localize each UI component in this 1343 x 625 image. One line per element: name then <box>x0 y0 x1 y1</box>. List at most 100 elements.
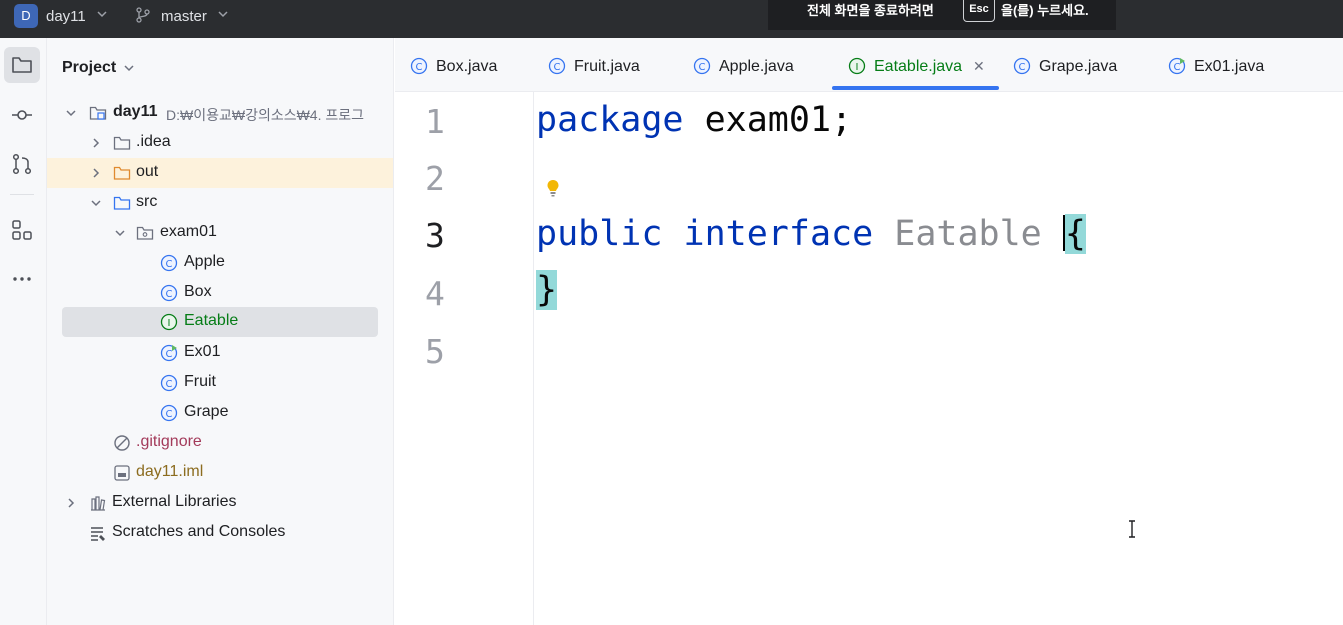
tab-label: Grape.java <box>1039 58 1118 75</box>
line-number: 3 <box>425 216 445 255</box>
project-name[interactable]: day11 <box>46 8 86 25</box>
tab-apple-java[interactable]: C Apple.java <box>693 38 813 92</box>
tab-label: Fruit.java <box>574 58 640 75</box>
code-editor[interactable]: package exam01; public interface Eatable… <box>534 92 1343 625</box>
tab-label: Eatable.java <box>874 58 963 75</box>
scratches-icon <box>91 527 105 541</box>
tree-label: Fruit <box>184 373 216 390</box>
folder-icon <box>12 57 32 73</box>
chevron-down-icon[interactable] <box>90 197 102 209</box>
svg-text:I: I <box>168 318 171 329</box>
chevron-down-icon[interactable] <box>217 8 229 20</box>
tab-ex01-java[interactable]: C Ex01.java <box>1168 38 1278 92</box>
chevron-right-icon[interactable] <box>65 497 77 509</box>
active-tab-indicator <box>832 86 999 90</box>
package-icon <box>136 226 154 240</box>
open-brace: { <box>1064 214 1086 254</box>
tree-row-iml[interactable]: day11.iml <box>47 458 393 488</box>
class-icon: C <box>160 284 178 302</box>
tool-window-strip <box>0 38 47 625</box>
root-path: D:₩이용교₩강의소스₩4. 프로그 <box>166 107 365 123</box>
more-tools-button[interactable] <box>4 261 40 297</box>
tree-row-scratches[interactable]: Scratches and Consoles <box>47 518 393 548</box>
chevron-down-icon[interactable] <box>123 62 135 74</box>
module-file-icon <box>114 465 130 481</box>
project-badge[interactable]: D <box>14 4 38 28</box>
tree-row-exam01[interactable]: exam01 <box>47 218 393 248</box>
tree-row-out[interactable]: out <box>47 158 393 188</box>
class-icon: C <box>160 374 178 392</box>
tab-box-java[interactable]: C Box.java <box>410 38 510 92</box>
structure-tool-button[interactable] <box>4 212 40 248</box>
project-tool-button[interactable] <box>4 47 40 83</box>
fullscreen-exit-banner: 전체 화면을 종료하려면 Esc 을(를) 누르세요. <box>768 0 1116 30</box>
banner-text-after: 을(를) 누르세요. <box>1001 3 1089 18</box>
line-number: 2 <box>425 159 445 198</box>
class-icon: C <box>160 254 178 272</box>
banner-text-before: 전체 화면을 종료하려면 <box>807 3 934 18</box>
chevron-down-icon[interactable] <box>65 107 77 119</box>
tree-row-gitignore[interactable]: .gitignore <box>47 428 393 458</box>
project-panel: Project day11 D:₩이용교₩강의소스₩4. 프로그 .idea o… <box>47 38 394 625</box>
branch-name[interactable]: master <box>161 8 207 25</box>
chevron-down-icon[interactable] <box>114 227 126 239</box>
tree-label: Apple <box>184 253 225 270</box>
ignore-file-icon <box>114 435 130 451</box>
chevron-right-icon[interactable] <box>90 167 102 179</box>
package-name: exam01; <box>683 100 853 140</box>
tab-grape-java[interactable]: C Grape.java <box>1013 38 1133 92</box>
pull-request-icon <box>12 153 32 175</box>
pull-requests-tool-button[interactable] <box>4 146 40 182</box>
commit-icon <box>12 110 32 120</box>
runnable-class-icon: C <box>1168 57 1186 75</box>
tree-label: src <box>136 193 158 210</box>
tree-row-eatable[interactable]: I Eatable <box>62 307 378 337</box>
keyword-interface: interface <box>683 214 874 254</box>
svg-text:C: C <box>1174 62 1181 73</box>
lightbulb-icon[interactable] <box>545 178 561 198</box>
chevron-down-icon[interactable] <box>96 8 108 20</box>
chevron-right-icon[interactable] <box>90 137 102 149</box>
tree-row-grape[interactable]: C Grape <box>47 398 393 428</box>
class-icon: C <box>1013 57 1031 75</box>
panel-title[interactable]: Project <box>62 59 116 77</box>
tree-row-fruit[interactable]: C Fruit <box>47 368 393 398</box>
tab-eatable-java[interactable]: I Eatable.java ✕ <box>848 38 998 92</box>
tree-row-root[interactable]: day11 D:₩이용교₩강의소스₩4. 프로그 <box>47 98 393 128</box>
folder-icon <box>113 136 131 150</box>
tool-separator <box>10 194 34 195</box>
svg-text:C: C <box>166 409 173 420</box>
runnable-class-icon: C <box>160 344 178 362</box>
source-folder-icon <box>113 196 131 210</box>
tree-row-box[interactable]: C Box <box>47 278 393 308</box>
close-icon[interactable]: ✕ <box>973 58 985 75</box>
git-branch-icon[interactable] <box>135 7 151 23</box>
svg-text:C: C <box>166 379 173 390</box>
tree-label: exam01 <box>160 223 217 240</box>
tree-row-external-libraries[interactable]: External Libraries <box>47 488 393 518</box>
tree-label: Grape <box>184 403 229 420</box>
commit-tool-button[interactable] <box>4 97 40 133</box>
line-number: 4 <box>425 274 445 313</box>
tree-row-apple[interactable]: C Apple <box>47 248 393 278</box>
structure-icon <box>12 220 32 240</box>
interface-name: Eatable <box>894 214 1042 254</box>
tab-fruit-java[interactable]: C Fruit.java <box>548 38 658 92</box>
code-line-1: package exam01; <box>536 100 852 140</box>
line-number-gutter[interactable]: 1 2 3 4 5 <box>395 92 534 625</box>
text-cursor-icon <box>1129 520 1135 538</box>
tree-label: out <box>136 163 159 180</box>
tree-row-idea[interactable]: .idea <box>47 128 393 158</box>
svg-text:C: C <box>1019 62 1026 73</box>
keyword-public: public <box>536 214 663 254</box>
tab-label: Apple.java <box>719 58 794 75</box>
svg-text:C: C <box>166 259 173 270</box>
module-folder-icon <box>89 106 107 120</box>
esc-key-badge: Esc <box>963 0 995 22</box>
tree-row-src[interactable]: src <box>47 188 393 218</box>
tree-row-ex01[interactable]: C Ex01 <box>47 338 393 368</box>
tab-label: Ex01.java <box>1194 58 1265 75</box>
code-line-4: } <box>536 270 558 310</box>
tree-label: Eatable <box>184 312 239 329</box>
class-icon: C <box>160 404 178 422</box>
